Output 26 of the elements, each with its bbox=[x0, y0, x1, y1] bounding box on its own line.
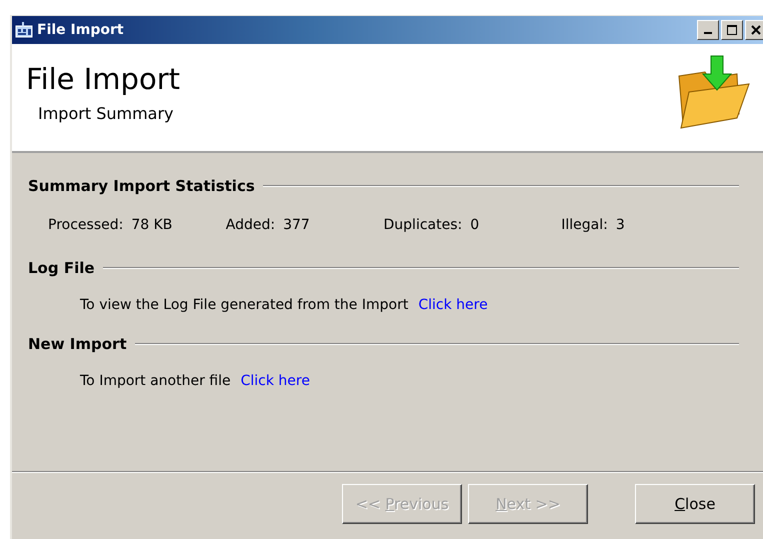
minimize-icon bbox=[704, 32, 712, 34]
section-title: New Import bbox=[28, 335, 127, 353]
window-title: File Import bbox=[37, 22, 124, 38]
maximize-icon bbox=[727, 25, 737, 35]
stat-label: Added: bbox=[226, 217, 276, 233]
section-title: Summary Import Statistics bbox=[28, 177, 255, 195]
minimize-button[interactable] bbox=[697, 20, 719, 40]
close-icon bbox=[751, 25, 761, 35]
instruction-text: To view the Log File generated from the Import bbox=[80, 297, 408, 313]
stat-label: Duplicates: bbox=[384, 217, 462, 233]
stat-label: Processed: bbox=[48, 217, 124, 233]
header-title: File Import bbox=[26, 62, 180, 96]
close-button[interactable]: Close bbox=[635, 484, 755, 524]
app-icon bbox=[15, 22, 33, 38]
stat-value: 3 bbox=[616, 217, 625, 233]
maximize-button[interactable] bbox=[721, 20, 743, 40]
header-subtitle: Import Summary bbox=[38, 104, 175, 123]
stat-value: 78 KB bbox=[131, 217, 172, 233]
click-here-link[interactable]: Click here bbox=[240, 373, 310, 389]
stat-label: Illegal: bbox=[561, 217, 608, 233]
stat-value: 0 bbox=[470, 217, 480, 233]
instruction-text: To Import another file bbox=[80, 373, 231, 389]
click-here-link[interactable]: Click here bbox=[418, 297, 488, 313]
stat-value: 377 bbox=[283, 217, 310, 233]
close-button[interactable] bbox=[745, 20, 763, 40]
section-title: Log File bbox=[28, 259, 95, 277]
